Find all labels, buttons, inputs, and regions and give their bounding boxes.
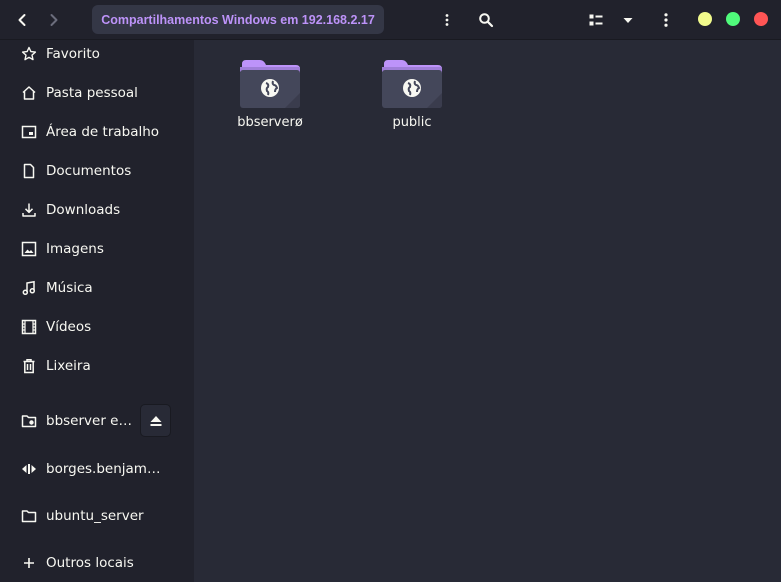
- network-share-folder-icon: [382, 60, 442, 108]
- network-folder-icon: [21, 413, 37, 429]
- file-item[interactable]: bbserverø: [215, 58, 325, 144]
- eject-button[interactable]: [140, 404, 171, 437]
- desktop-icon: [21, 124, 37, 140]
- sidebar-item-ubuntu-server[interactable]: ubuntu_server: [0, 498, 194, 534]
- path-menu-button[interactable]: [433, 6, 461, 34]
- sidebar-item-label: Vídeos: [46, 319, 92, 335]
- folder-icon: [21, 508, 37, 524]
- sidebar-item-videos[interactable]: Vídeos: [0, 309, 194, 345]
- plus-icon: [21, 555, 37, 571]
- sidebar-item-label: Outros locais: [46, 555, 134, 571]
- sidebar-item-label: Downloads: [46, 202, 121, 218]
- sidebar-item-label: Música: [46, 280, 93, 296]
- sidebar-item-remote[interactable]: borges.benjamim@gmail.com: [0, 451, 194, 487]
- maximize-button[interactable]: [726, 12, 740, 26]
- list-view-icon: [589, 14, 603, 26]
- sidebar-item-favorito[interactable]: Favorito: [0, 36, 194, 72]
- header-bar: Compartilhamentos Windows em 192.168.2.1…: [0, 0, 781, 40]
- kebab-menu-icon: [445, 14, 449, 26]
- chevron-left-icon: [18, 14, 26, 26]
- document-icon: [21, 163, 37, 179]
- caret-down-icon: [623, 18, 633, 23]
- sidebar-item-music[interactable]: Música: [0, 270, 194, 306]
- sidebar-item-label: borges.benjamim@gmail.com: [46, 461, 164, 477]
- sidebar-item-label: Área de trabalho: [46, 124, 160, 140]
- sidebar-item-label: Documentos: [46, 163, 132, 179]
- eject-icon: [150, 415, 161, 426]
- kebab-menu-icon: [664, 13, 668, 27]
- file-name: public: [392, 115, 432, 130]
- sidebar-item-label: ubuntu_server: [46, 508, 144, 524]
- sidebar-item-label: Lixeira: [46, 358, 91, 374]
- video-icon: [21, 319, 37, 335]
- sidebar-item-label: bbserver em 192.168.2.17: [46, 413, 134, 429]
- sidebar-item-other-locations[interactable]: Outros locais: [0, 545, 194, 581]
- home-icon: [21, 85, 37, 101]
- search-icon: [479, 13, 494, 28]
- trash-icon: [21, 358, 37, 374]
- music-icon: [21, 280, 37, 296]
- view-mode-button[interactable]: [582, 6, 610, 34]
- main-menu-button[interactable]: [652, 6, 680, 34]
- file-item[interactable]: public: [357, 58, 467, 144]
- close-button[interactable]: [754, 12, 768, 26]
- sidebar-item-home[interactable]: Pasta pessoal: [0, 75, 194, 111]
- sidebar-item-label: Pasta pessoal: [46, 85, 138, 101]
- location-path-label: Compartilhamentos Windows em 192.168.2.1…: [101, 12, 375, 27]
- back-button[interactable]: [8, 6, 36, 34]
- remote-icon: [21, 461, 37, 477]
- search-button[interactable]: [472, 6, 500, 34]
- sidebar-item-images[interactable]: Imagens: [0, 231, 194, 267]
- image-icon: [21, 241, 37, 257]
- star-icon: [21, 46, 37, 62]
- sidebar-item-downloads[interactable]: Downloads: [0, 192, 194, 228]
- location-path-button[interactable]: Compartilhamentos Windows em 192.168.2.1…: [92, 5, 384, 34]
- sidebar-item-documents[interactable]: Documentos: [0, 153, 194, 189]
- forward-button[interactable]: [40, 6, 68, 34]
- view-options-button[interactable]: [614, 6, 642, 34]
- sidebar-item-label: Imagens: [46, 241, 104, 257]
- sidebar-item-desktop[interactable]: Área de trabalho: [0, 114, 194, 150]
- minimize-button[interactable]: [698, 12, 712, 26]
- sidebar-item-label: Favorito: [46, 46, 100, 62]
- download-icon: [21, 202, 37, 218]
- chevron-right-icon: [50, 14, 58, 26]
- file-name: bbserverø: [237, 115, 303, 130]
- file-view: bbserverø public: [194, 40, 781, 582]
- sidebar-item-trash[interactable]: Lixeira: [0, 348, 194, 384]
- network-share-folder-icon: [240, 60, 300, 108]
- sidebar: Favorito Pasta pessoal Área de trabalho …: [0, 40, 194, 582]
